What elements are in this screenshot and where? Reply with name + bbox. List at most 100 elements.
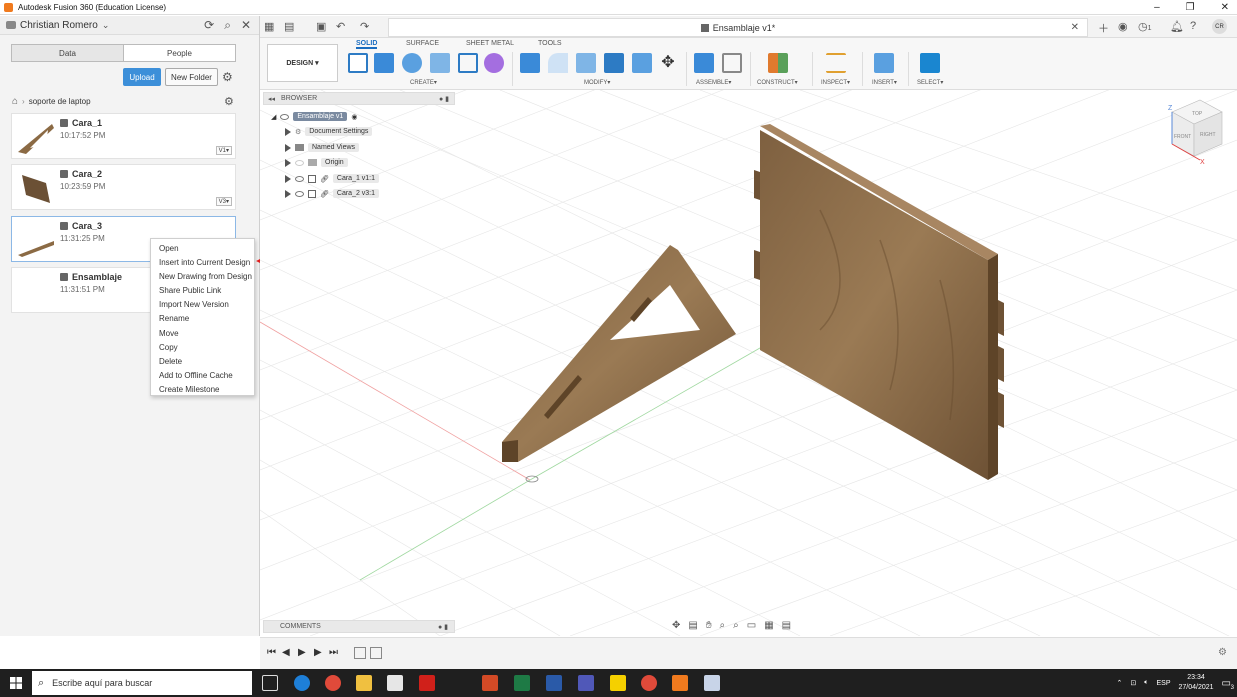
taskbar-search[interactable]: ⌕ Escribe aquí para buscar [32,671,252,695]
activate-radio-icon[interactable]: ◉ [351,113,357,121]
menu-item-rename[interactable]: Rename [151,312,254,326]
word-icon[interactable] [546,675,562,691]
move-icon[interactable]: ✥ [658,53,678,73]
file-menu-icon[interactable]: ▤ [284,20,294,33]
browser-node-origin[interactable]: Origin [285,158,348,167]
powerpoint-icon[interactable] [482,675,498,691]
timeline-component-icon[interactable] [370,647,382,659]
file-card-cara-1[interactable]: Cara_1 10:17:52 PM V1▾ [11,113,236,159]
windows-start-icon[interactable] [10,677,22,689]
go-to-start-icon[interactable]: ⏮ [267,647,276,658]
timeline-settings-icon[interactable]: ⚙ [1218,647,1227,658]
joint-icon[interactable] [722,53,742,73]
tab-data[interactable]: Data [12,45,124,61]
collapsed-triangle-icon[interactable] [285,127,291,136]
step-forward-icon[interactable]: ▶ [314,647,322,658]
browser-node-cara-2[interactable]: 🔗︎ Cara_2 v3:1 [285,189,380,198]
group-modify[interactable]: MODIFY▾ [584,79,610,86]
undo-icon[interactable]: ↶ [336,20,345,33]
restore-icon[interactable]: ❐ [1186,2,1195,13]
new-folder-button[interactable]: New Folder [165,68,218,86]
menu-item-create-milestone[interactable]: Create Milestone [151,383,254,397]
teams-icon[interactable] [578,675,594,691]
gear-icon[interactable]: ⚙ [222,70,233,84]
browser-header[interactable]: ◂◂ BROWSER ● ▮ [263,92,455,105]
redo-icon[interactable]: ↷ [360,20,369,33]
combine-icon[interactable] [604,53,624,73]
menu-item-copy[interactable]: Copy [151,341,254,355]
fillet-icon[interactable] [548,53,568,73]
grid-menu-icon[interactable]: ▦ [264,20,274,33]
save-icon[interactable]: ▣ [316,20,326,33]
viewports-icon[interactable]: ▤ [782,620,791,634]
new-component-icon[interactable] [694,53,714,73]
menu-item-share-public-link[interactable]: Share Public Link [151,284,254,298]
job-status-icon[interactable]: ◷1 [1138,20,1152,33]
fit-icon[interactable]: ⌕ [733,620,739,634]
menu-item-delete[interactable]: Delete [151,355,254,369]
expanded-triangle-icon[interactable]: ◢ [271,113,276,121]
menu-item-insert-into-current-design[interactable]: Insert into Current Design [151,256,254,270]
notification-center-icon[interactable]: ▭ 3 [1222,678,1234,691]
comments-options-icon[interactable]: ● ▮ [438,623,448,631]
pan-icon[interactable]: ✋︎ [706,620,712,634]
offset-plane-icon[interactable] [768,53,788,73]
sticky-notes-icon[interactable] [610,675,626,691]
revolve-icon[interactable] [402,53,422,73]
fusion-taskbar-icon[interactable] [672,675,688,691]
visibility-eye-icon[interactable] [295,159,304,166]
tab-tools[interactable]: TOOLS [538,40,562,47]
comments-panel[interactable]: COMMENTS ● ▮ [263,620,455,633]
extrude-icon[interactable] [374,53,394,73]
timeline-component-icon[interactable] [354,647,366,659]
group-assemble[interactable]: ASSEMBLE▾ [696,79,731,86]
chrome-profile-icon[interactable] [641,675,657,691]
chevron-down-icon[interactable]: ⌄ [102,20,110,31]
clock[interactable]: 23:34 27/04/2021 [1179,673,1214,693]
minimize-icon[interactable]: – [1154,2,1160,13]
version-badge[interactable]: V3▾ [215,197,232,206]
acrobat-icon[interactable] [419,675,435,691]
store-icon[interactable] [387,675,403,691]
browser-options-icon[interactable]: ● ▮ [439,95,449,103]
shell-icon[interactable] [576,53,596,73]
browser-node-named-views[interactable]: Named Views [285,143,360,152]
chevron-up-icon[interactable]: ⌃ [1117,679,1123,687]
menu-item-move[interactable]: Move [151,327,254,341]
menu-item-open[interactable]: Open [151,242,254,256]
edge-icon[interactable] [294,675,310,691]
menu-item-new-drawing[interactable]: New Drawing from Design [151,270,254,284]
select-icon[interactable] [920,53,940,73]
folder-settings-icon[interactable]: ⚙ [224,95,234,108]
group-select[interactable]: SELECT▾ [917,79,943,86]
tab-sheet-metal[interactable]: SHEET METAL [466,40,514,47]
tab-solid[interactable]: SOLID [356,40,378,49]
browser-node-document-settings[interactable]: ⚙ Document Settings [285,127,373,136]
orbit-icon[interactable]: ✥ [672,620,680,634]
insert-image-icon[interactable] [874,53,894,73]
file-card-cara-2[interactable]: Cara_2 10:23:59 PM V3▾ [11,164,236,210]
group-construct[interactable]: CONSTRUCT▾ [757,79,798,86]
tab-surface[interactable]: SURFACE [406,40,439,47]
search-icon[interactable]: ⌕ [224,18,231,33]
upload-button[interactable]: Upload [123,68,161,86]
group-create[interactable]: CREATE▾ [410,79,437,86]
user-dropdown[interactable]: Christian Romero [20,20,98,31]
paint-icon[interactable] [704,675,720,691]
browser-node-cara-1[interactable]: 🔗︎ Cara_1 v1:1 [285,174,380,183]
visibility-eye-icon[interactable] [295,175,304,182]
file-explorer-icon[interactable] [356,675,372,691]
look-at-icon[interactable]: ▤ [688,620,697,634]
collapsed-triangle-icon[interactable] [285,189,291,198]
task-view-icon[interactable] [262,675,278,691]
menu-item-import-new-version[interactable]: Import New Version [151,298,254,312]
breadcrumb-folder[interactable]: soporte de laptop [29,97,91,106]
browser-root-node[interactable]: ◢ Ensamblaje v1 ◉ [271,112,357,121]
version-badge[interactable]: V1▾ [215,146,232,155]
press-pull-icon[interactable] [520,53,540,73]
refresh-icon[interactable]: ⟳ [204,18,214,33]
measure-icon[interactable] [826,53,846,73]
split-body-icon[interactable] [632,53,652,73]
collapsed-triangle-icon[interactable] [285,143,291,152]
help-icon[interactable]: ? [1190,20,1196,32]
